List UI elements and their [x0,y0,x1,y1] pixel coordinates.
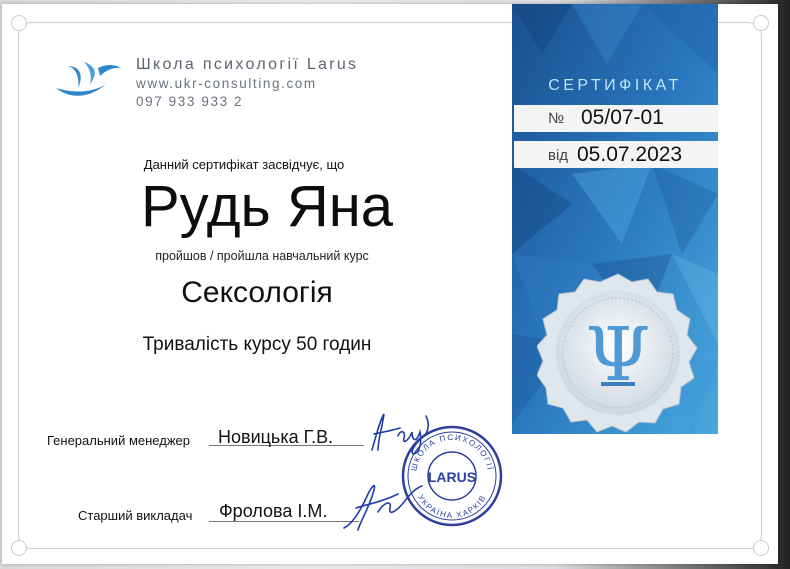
psi-seal-icon: Ψ [537,273,698,433]
screen: Школа психології Larus www.ukr-consultin… [0,0,790,569]
lecturer-name: Фролова І.М. [219,501,328,521]
school-website: www.ukr-consulting.com [136,76,317,91]
border-corner [753,540,769,556]
certificate-sheet: Школа психології Larus www.ukr-consultin… [2,4,778,564]
date-prefix: від [548,147,569,164]
certificate-title: СЕРТИФІКАТ [548,77,682,94]
recipient-name: Рудь Яна [140,174,394,239]
number-prefix: № [548,110,565,127]
larus-bird-logo-icon [56,62,122,96]
stamp-center-text: LARUS [428,469,476,485]
lecturer-label: Старший викладач [78,508,193,523]
certificate-number: 05/07-01 [581,106,664,129]
certificate-date: 05.07.2023 [577,143,683,166]
border-corner [11,15,27,31]
school-stamp: ШКОЛА ПСИХОЛОГІЇ УКРАЇНА ХАРКІВ LARUS [401,425,503,527]
course-duration: Тривалість курсу 50 годин [142,334,372,355]
border-corner [753,15,769,31]
course-name: Сексологія [181,276,333,309]
certifies-text: Данний сертифікат засвідчує, що [143,157,345,172]
completed-text: пройшов / пройшла навчальний курс [155,249,369,263]
manager-name: Новицька Г.В. [218,427,334,447]
stamp-bottom-text: УКРАЇНА ХАРКІВ [416,493,487,520]
school-phone: 097 933 933 2 [136,94,244,109]
school-name: Школа психології Larus [136,56,359,73]
manager-label: Генеральний менеджер [47,433,190,448]
border-corner [11,540,27,556]
svg-text:УКРАЇНА ХАРКІВ: УКРАЇНА ХАРКІВ [416,493,488,520]
